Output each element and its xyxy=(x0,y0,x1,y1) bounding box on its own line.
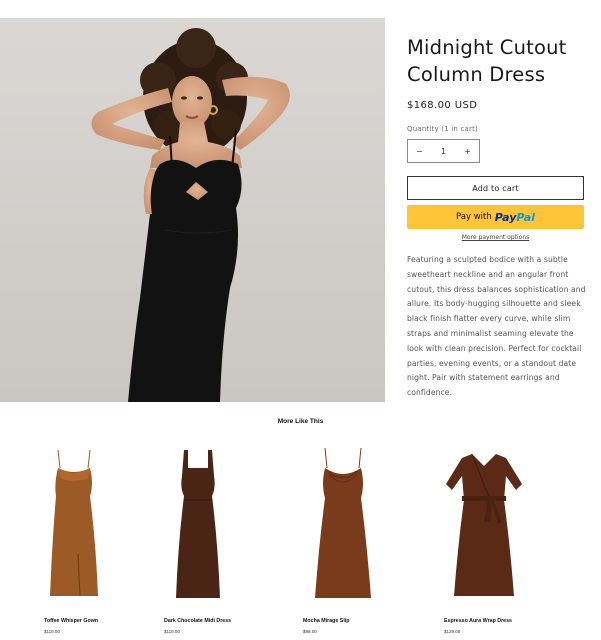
related-product-price: $119.00 xyxy=(44,629,60,634)
paypal-logo-pay: Pay xyxy=(494,210,517,224)
related-product-image[interactable] xyxy=(44,444,154,604)
related-product-image[interactable] xyxy=(444,444,554,604)
paypal-prefix: Pay with xyxy=(456,212,492,222)
dress-square-neck-image xyxy=(176,450,220,598)
related-section-title: More Like This xyxy=(277,418,324,425)
related-product-price: $119.00 xyxy=(164,629,180,634)
dress-wrap-image xyxy=(446,453,522,596)
product-hero-image xyxy=(0,18,385,402)
related-product-name[interactable]: Dark Chocolate Midi Dress xyxy=(164,618,231,624)
dress-slip-slit-image xyxy=(50,449,98,597)
related-product-price: $98.00 xyxy=(303,629,317,634)
quantity-input[interactable]: 1 xyxy=(441,147,446,156)
product-info-panel: Midnight Cutout Column Dress $168.00 USD… xyxy=(407,34,587,401)
quantity-stepper: − 1 + xyxy=(407,139,480,163)
related-product-card[interactable]: Toffee Whisper Gown $119.00 xyxy=(44,444,154,634)
related-product-price: $129.00 xyxy=(444,629,461,634)
paypal-logo: PayPal xyxy=(495,211,535,224)
related-product-card[interactable]: Mocha Mirage Slip $98.00 xyxy=(303,444,413,634)
product-title-line-1: Midnight Cutout xyxy=(407,36,567,59)
product-title: Midnight Cutout Column Dress xyxy=(407,34,587,88)
paypal-button[interactable]: Pay with PayPal xyxy=(407,205,584,229)
more-payment-options-link[interactable]: More payment options xyxy=(407,234,584,241)
dress-cowl-slip-image xyxy=(315,447,371,598)
related-product-card[interactable]: Espresso Aura Wrap Dress $129.00 xyxy=(444,444,554,634)
related-product-card[interactable]: Dark Chocolate Midi Dress $119.00 xyxy=(164,444,274,634)
related-product-name[interactable]: Toffee Whisper Gown xyxy=(44,618,98,624)
product-price: $168.00 USD xyxy=(407,100,478,111)
product-title-line-2: Column Dress xyxy=(407,63,546,86)
model-in-dress-image xyxy=(0,18,385,402)
paypal-logo-pal: Pal xyxy=(516,210,535,224)
related-product-name[interactable]: Espresso Aura Wrap Dress xyxy=(444,618,512,624)
quantity-label: Quantity (1 in cart) xyxy=(407,125,478,133)
related-product-name[interactable]: Mocha Mirage Slip xyxy=(303,618,350,624)
related-product-image[interactable] xyxy=(303,444,413,604)
increase-quantity-button[interactable]: + xyxy=(464,147,471,156)
add-to-cart-button[interactable]: Add to cart xyxy=(407,176,584,200)
related-product-image[interactable] xyxy=(164,444,274,604)
product-description: Featuring a sculpted bodice with a subtl… xyxy=(407,255,586,398)
decrease-quantity-button[interactable]: − xyxy=(416,147,423,156)
